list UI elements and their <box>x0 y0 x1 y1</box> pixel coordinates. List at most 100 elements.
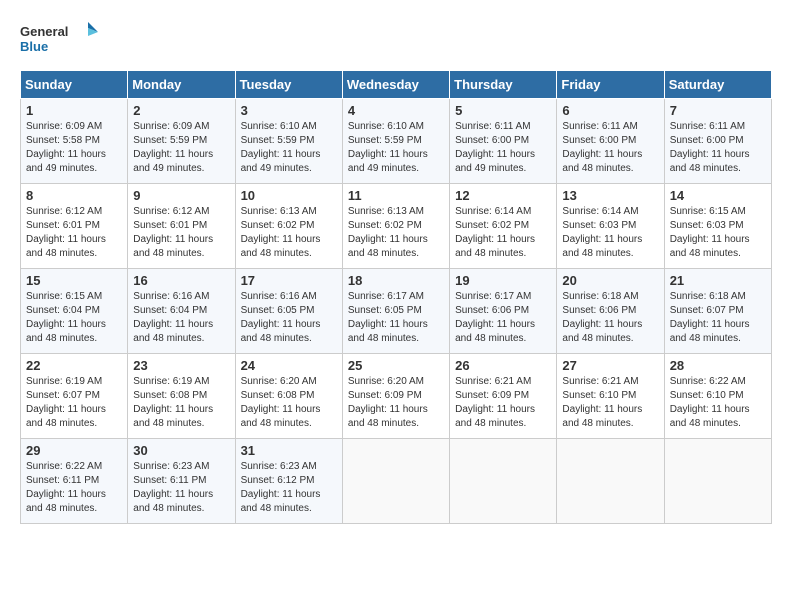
day-number: 19 <box>455 273 551 288</box>
calendar-cell: 3 Sunrise: 6:10 AMSunset: 5:59 PMDayligh… <box>235 99 342 184</box>
day-info: Sunrise: 6:19 AMSunset: 6:08 PMDaylight:… <box>133 376 213 429</box>
day-number: 11 <box>348 188 444 203</box>
day-info: Sunrise: 6:14 AMSunset: 6:02 PMDaylight:… <box>455 206 535 259</box>
calendar-cell: 16 Sunrise: 6:16 AMSunset: 6:04 PMDaylig… <box>128 269 235 354</box>
day-number: 14 <box>670 188 766 203</box>
day-number: 23 <box>133 358 229 373</box>
calendar-cell: 12 Sunrise: 6:14 AMSunset: 6:02 PMDaylig… <box>450 184 557 269</box>
calendar-cell: 27 Sunrise: 6:21 AMSunset: 6:10 PMDaylig… <box>557 354 664 439</box>
calendar-cell <box>342 439 449 524</box>
calendar-cell: 4 Sunrise: 6:10 AMSunset: 5:59 PMDayligh… <box>342 99 449 184</box>
day-number: 15 <box>26 273 122 288</box>
day-number: 27 <box>562 358 658 373</box>
calendar-cell: 1 Sunrise: 6:09 AMSunset: 5:58 PMDayligh… <box>21 99 128 184</box>
day-info: Sunrise: 6:12 AMSunset: 6:01 PMDaylight:… <box>26 206 106 259</box>
day-info: Sunrise: 6:11 AMSunset: 6:00 PMDaylight:… <box>670 121 750 174</box>
day-info: Sunrise: 6:21 AMSunset: 6:09 PMDaylight:… <box>455 376 535 429</box>
day-info: Sunrise: 6:23 AMSunset: 6:11 PMDaylight:… <box>133 461 213 514</box>
calendar-cell: 14 Sunrise: 6:15 AMSunset: 6:03 PMDaylig… <box>664 184 771 269</box>
day-info: Sunrise: 6:15 AMSunset: 6:04 PMDaylight:… <box>26 291 106 344</box>
day-info: Sunrise: 6:14 AMSunset: 6:03 PMDaylight:… <box>562 206 642 259</box>
day-number: 13 <box>562 188 658 203</box>
day-info: Sunrise: 6:18 AMSunset: 6:06 PMDaylight:… <box>562 291 642 344</box>
svg-text:Blue: Blue <box>20 39 48 54</box>
calendar-cell: 5 Sunrise: 6:11 AMSunset: 6:00 PMDayligh… <box>450 99 557 184</box>
calendar-cell: 17 Sunrise: 6:16 AMSunset: 6:05 PMDaylig… <box>235 269 342 354</box>
day-number: 21 <box>670 273 766 288</box>
calendar-cell: 6 Sunrise: 6:11 AMSunset: 6:00 PMDayligh… <box>557 99 664 184</box>
calendar-cell: 23 Sunrise: 6:19 AMSunset: 6:08 PMDaylig… <box>128 354 235 439</box>
day-number: 28 <box>670 358 766 373</box>
day-number: 5 <box>455 103 551 118</box>
calendar-cell: 9 Sunrise: 6:12 AMSunset: 6:01 PMDayligh… <box>128 184 235 269</box>
calendar-cell: 15 Sunrise: 6:15 AMSunset: 6:04 PMDaylig… <box>21 269 128 354</box>
day-info: Sunrise: 6:12 AMSunset: 6:01 PMDaylight:… <box>133 206 213 259</box>
col-header-thursday: Thursday <box>450 71 557 99</box>
day-info: Sunrise: 6:20 AMSunset: 6:09 PMDaylight:… <box>348 376 428 429</box>
day-number: 9 <box>133 188 229 203</box>
col-header-tuesday: Tuesday <box>235 71 342 99</box>
day-info: Sunrise: 6:13 AMSunset: 6:02 PMDaylight:… <box>348 206 428 259</box>
day-number: 4 <box>348 103 444 118</box>
calendar-cell: 8 Sunrise: 6:12 AMSunset: 6:01 PMDayligh… <box>21 184 128 269</box>
calendar-cell: 13 Sunrise: 6:14 AMSunset: 6:03 PMDaylig… <box>557 184 664 269</box>
col-header-saturday: Saturday <box>664 71 771 99</box>
day-number: 24 <box>241 358 337 373</box>
day-number: 26 <box>455 358 551 373</box>
calendar-cell: 2 Sunrise: 6:09 AMSunset: 5:59 PMDayligh… <box>128 99 235 184</box>
logo-svg: General Blue <box>20 20 100 60</box>
calendar-cell: 31 Sunrise: 6:23 AMSunset: 6:12 PMDaylig… <box>235 439 342 524</box>
day-number: 12 <box>455 188 551 203</box>
col-header-sunday: Sunday <box>21 71 128 99</box>
calendar-cell: 25 Sunrise: 6:20 AMSunset: 6:09 PMDaylig… <box>342 354 449 439</box>
calendar-cell: 19 Sunrise: 6:17 AMSunset: 6:06 PMDaylig… <box>450 269 557 354</box>
calendar-cell: 10 Sunrise: 6:13 AMSunset: 6:02 PMDaylig… <box>235 184 342 269</box>
calendar-cell: 24 Sunrise: 6:20 AMSunset: 6:08 PMDaylig… <box>235 354 342 439</box>
calendar-cell <box>664 439 771 524</box>
calendar-cell: 7 Sunrise: 6:11 AMSunset: 6:00 PMDayligh… <box>664 99 771 184</box>
calendar-cell: 26 Sunrise: 6:21 AMSunset: 6:09 PMDaylig… <box>450 354 557 439</box>
day-number: 3 <box>241 103 337 118</box>
day-info: Sunrise: 6:18 AMSunset: 6:07 PMDaylight:… <box>670 291 750 344</box>
day-info: Sunrise: 6:13 AMSunset: 6:02 PMDaylight:… <box>241 206 321 259</box>
calendar-cell: 11 Sunrise: 6:13 AMSunset: 6:02 PMDaylig… <box>342 184 449 269</box>
col-header-wednesday: Wednesday <box>342 71 449 99</box>
calendar-cell <box>450 439 557 524</box>
day-info: Sunrise: 6:17 AMSunset: 6:06 PMDaylight:… <box>455 291 535 344</box>
col-header-friday: Friday <box>557 71 664 99</box>
day-number: 17 <box>241 273 337 288</box>
day-info: Sunrise: 6:16 AMSunset: 6:05 PMDaylight:… <box>241 291 321 344</box>
logo: General Blue <box>20 20 100 60</box>
page-header: General Blue <box>20 20 772 60</box>
day-info: Sunrise: 6:16 AMSunset: 6:04 PMDaylight:… <box>133 291 213 344</box>
day-number: 7 <box>670 103 766 118</box>
calendar-table: SundayMondayTuesdayWednesdayThursdayFrid… <box>20 70 772 524</box>
day-number: 30 <box>133 443 229 458</box>
day-info: Sunrise: 6:17 AMSunset: 6:05 PMDaylight:… <box>348 291 428 344</box>
day-info: Sunrise: 6:21 AMSunset: 6:10 PMDaylight:… <box>562 376 642 429</box>
calendar-cell: 28 Sunrise: 6:22 AMSunset: 6:10 PMDaylig… <box>664 354 771 439</box>
calendar-cell <box>557 439 664 524</box>
day-number: 6 <box>562 103 658 118</box>
day-number: 25 <box>348 358 444 373</box>
day-number: 20 <box>562 273 658 288</box>
day-info: Sunrise: 6:22 AMSunset: 6:10 PMDaylight:… <box>670 376 750 429</box>
day-info: Sunrise: 6:15 AMSunset: 6:03 PMDaylight:… <box>670 206 750 259</box>
day-info: Sunrise: 6:22 AMSunset: 6:11 PMDaylight:… <box>26 461 106 514</box>
day-info: Sunrise: 6:09 AMSunset: 5:58 PMDaylight:… <box>26 121 106 174</box>
calendar-cell: 21 Sunrise: 6:18 AMSunset: 6:07 PMDaylig… <box>664 269 771 354</box>
day-info: Sunrise: 6:10 AMSunset: 5:59 PMDaylight:… <box>348 121 428 174</box>
day-info: Sunrise: 6:10 AMSunset: 5:59 PMDaylight:… <box>241 121 321 174</box>
calendar-cell: 29 Sunrise: 6:22 AMSunset: 6:11 PMDaylig… <box>21 439 128 524</box>
day-number: 29 <box>26 443 122 458</box>
day-number: 10 <box>241 188 337 203</box>
day-number: 18 <box>348 273 444 288</box>
day-info: Sunrise: 6:23 AMSunset: 6:12 PMDaylight:… <box>241 461 321 514</box>
day-number: 22 <box>26 358 122 373</box>
day-info: Sunrise: 6:09 AMSunset: 5:59 PMDaylight:… <box>133 121 213 174</box>
day-number: 1 <box>26 103 122 118</box>
day-number: 16 <box>133 273 229 288</box>
day-number: 8 <box>26 188 122 203</box>
day-info: Sunrise: 6:20 AMSunset: 6:08 PMDaylight:… <box>241 376 321 429</box>
calendar-cell: 18 Sunrise: 6:17 AMSunset: 6:05 PMDaylig… <box>342 269 449 354</box>
